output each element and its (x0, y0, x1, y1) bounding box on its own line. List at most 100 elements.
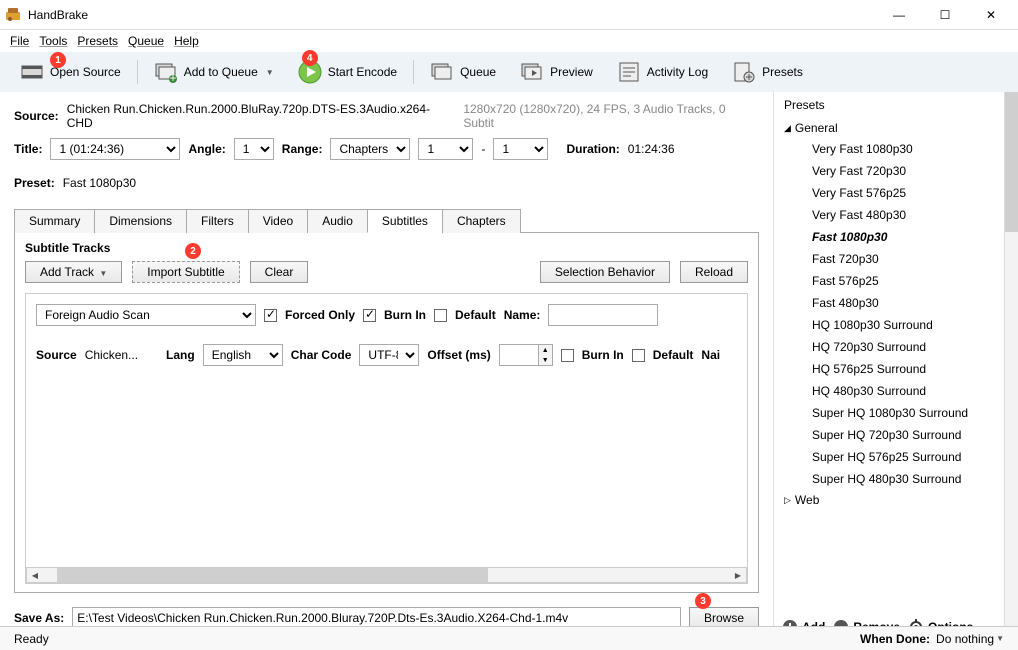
tab-summary[interactable]: Summary (14, 209, 95, 233)
default-label: Default (455, 308, 496, 322)
chevron-down-icon[interactable]: ▼ (996, 634, 1004, 643)
duration-label: Duration: (566, 142, 619, 156)
preset-item[interactable]: HQ 1080p30 Surround (782, 314, 1010, 336)
open-source-button[interactable]: Open Source 1 (10, 56, 131, 88)
when-done-label: When Done: (860, 632, 930, 646)
v-scrollbar[interactable] (1004, 92, 1018, 643)
preset-item[interactable]: Very Fast 480p30 (782, 204, 1010, 226)
preset-item[interactable]: Super HQ 720p30 Surround (782, 424, 1010, 446)
lang-label: Lang (166, 348, 195, 362)
preview-button[interactable]: Preview (510, 56, 603, 88)
offset-input[interactable] (499, 344, 539, 366)
preset-item[interactable]: HQ 720p30 Surround (782, 336, 1010, 358)
range-from-select[interactable]: 1 (418, 138, 473, 160)
preset-item[interactable]: Very Fast 576p25 (782, 182, 1010, 204)
clear-button[interactable]: Clear (250, 261, 309, 283)
scroll-left[interactable]: ◀ (27, 568, 43, 582)
reload-button[interactable]: Reload (680, 261, 748, 283)
tab-audio[interactable]: Audio (307, 209, 368, 233)
preset-item[interactable]: Super HQ 1080p30 Surround (782, 402, 1010, 424)
badge-4: 4 (302, 50, 318, 66)
preset-item[interactable]: Fast 720p30 (782, 248, 1010, 270)
source-track-label: Source (36, 348, 77, 362)
presets-toolbar-label: Presets (762, 65, 803, 79)
scroll-right[interactable]: ▶ (730, 568, 746, 582)
preset-category-general[interactable]: ◢ General (782, 118, 1010, 138)
close-button[interactable]: ✕ (968, 0, 1014, 30)
preset-item[interactable]: HQ 480p30 Surround (782, 380, 1010, 402)
activity-log-button[interactable]: Activity Log (607, 56, 718, 88)
tab-subtitles[interactable]: Subtitles (367, 209, 443, 233)
subtitle-tracks-heading: Subtitle Tracks (25, 241, 748, 255)
angle-select[interactable]: 1 (234, 138, 274, 160)
preset-item[interactable]: Fast 576p25 (782, 270, 1010, 292)
range-to-select[interactable]: 1 (493, 138, 548, 160)
preset-item[interactable]: Very Fast 720p30 (782, 160, 1010, 182)
maximize-button[interactable]: ☐ (922, 0, 968, 30)
add-track-button[interactable]: Add Track ▼ (25, 261, 122, 283)
preset-item[interactable]: HQ 576p25 Surround (782, 358, 1010, 380)
preset-category-web[interactable]: ▷ Web (782, 490, 1010, 510)
queue-button[interactable]: Queue (420, 56, 506, 88)
when-done-value[interactable]: Do nothing (936, 632, 994, 646)
menu-presets[interactable]: Presets (77, 34, 118, 48)
title-select[interactable]: 1 (01:24:36) (50, 138, 180, 160)
menu-file[interactable]: File (10, 34, 29, 48)
title-label: Title: (14, 142, 42, 156)
track-type-select[interactable]: Foreign Audio Scan (36, 304, 256, 326)
lang-select[interactable]: English (203, 344, 283, 366)
offset-stepper[interactable]: ▲▼ (499, 344, 553, 366)
tab-filters[interactable]: Filters (186, 209, 249, 233)
burn-label: Burn In (384, 308, 426, 322)
range-label: Range: (282, 142, 323, 156)
source-meta: 1280x720 (1280x720), 24 FPS, 3 Audio Tra… (463, 102, 759, 130)
tab-dimensions[interactable]: Dimensions (94, 209, 187, 233)
menu-help[interactable]: Help (174, 34, 199, 48)
tab-chapters[interactable]: Chapters (442, 209, 521, 233)
preset-item[interactable]: Super HQ 480p30 Surround (782, 468, 1010, 490)
presets-toolbar-button[interactable]: Presets (722, 56, 813, 88)
menu-tools[interactable]: Tools (39, 34, 67, 48)
preset-item[interactable]: Very Fast 1080p30 (782, 138, 1010, 160)
minimize-button[interactable]: — (876, 0, 922, 30)
scroll-thumb[interactable] (57, 568, 488, 582)
burn-in-checkbox[interactable] (363, 309, 376, 322)
name-input[interactable] (548, 304, 658, 326)
spin-up[interactable]: ▲ (539, 345, 552, 355)
add-to-queue-button[interactable]: + Add to Queue ▼ (144, 56, 284, 88)
main-panel: Source: Chicken Run.Chicken.Run.2000.Blu… (0, 92, 773, 643)
presets-icon (732, 60, 756, 84)
preset-value: Fast 1080p30 (63, 176, 136, 190)
burn-in-2-checkbox[interactable] (561, 349, 574, 362)
charcode-select[interactable]: UTF-8 (359, 344, 419, 366)
menubar: File Tools Presets Queue Help (0, 30, 1018, 52)
import-subtitle-button[interactable]: Import Subtitle (132, 261, 239, 283)
preset-cat-web-label: Web (795, 493, 819, 507)
v-scroll-thumb[interactable] (1005, 92, 1018, 232)
toolbar: Open Source 1 + Add to Queue ▼ Start Enc… (0, 52, 1018, 92)
forced-only-checkbox[interactable] (264, 309, 277, 322)
name2-label: Nai (701, 348, 720, 362)
source-track-value: Chicken... (85, 348, 138, 362)
presets-panel: Presets ◢ General Very Fast 1080p30 Very… (773, 92, 1018, 643)
preset-item[interactable]: Fast 480p30 (782, 292, 1010, 314)
preset-item-selected[interactable]: Fast 1080p30 (782, 226, 1010, 248)
start-encode-button[interactable]: Start Encode 4 (288, 56, 407, 88)
default-checkbox[interactable] (434, 309, 447, 322)
duration-value: 01:24:36 (628, 142, 675, 156)
triangle-down-icon: ◢ (784, 123, 791, 134)
menu-queue[interactable]: Queue (128, 34, 164, 48)
status-text: Ready (14, 632, 49, 646)
selection-behavior-button[interactable]: Selection Behavior (540, 261, 670, 283)
tab-video[interactable]: Video (248, 209, 308, 233)
spin-down[interactable]: ▼ (539, 355, 552, 365)
default-2-checkbox[interactable] (632, 349, 645, 362)
queue-icon (430, 60, 454, 84)
titlebar: HandBrake — ☐ ✕ (0, 0, 1018, 30)
chevron-down-icon: ▼ (266, 68, 274, 77)
charcode-label: Char Code (291, 348, 352, 362)
offset-label: Offset (ms) (427, 348, 490, 362)
range-type-select[interactable]: Chapters (330, 138, 410, 160)
preset-item[interactable]: Super HQ 576p25 Surround (782, 446, 1010, 468)
h-scrollbar[interactable]: ◀ ▶ (26, 567, 747, 583)
